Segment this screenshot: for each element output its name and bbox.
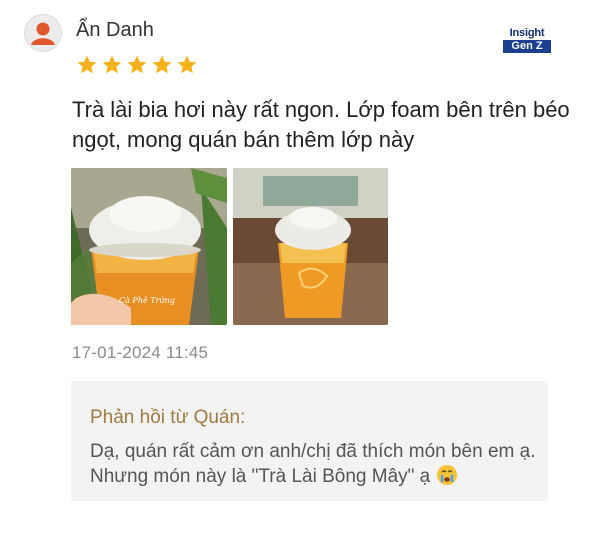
star-icon — [152, 55, 172, 74]
star-icon — [102, 55, 122, 74]
review-text: Trà lài bia hơi này rất ngon. Lớp foam b… — [72, 97, 570, 152]
review-timestamp: 17-01-2024 11:45 — [72, 343, 209, 362]
user-icon — [31, 22, 55, 45]
star-rating — [76, 54, 198, 76]
reply-message: Dạ, quán rất cảm ơn anh/chị đã thích món… — [90, 441, 536, 487]
star-icon — [77, 55, 97, 74]
star-icon — [177, 55, 197, 74]
reply-title: Phản hồi từ Quán: — [90, 407, 246, 428]
review-photo-2[interactable] — [233, 168, 388, 325]
cup-label: Cà Phê Trứng — [119, 296, 175, 305]
brand-logo-line2: Gen Z — [503, 40, 551, 53]
drink-photo-table — [233, 168, 388, 325]
avatar[interactable] — [24, 14, 62, 52]
review-photo-1[interactable]: Cà Phê Trứng — [71, 168, 227, 325]
drink-photo-hand: Cà Phê Trứng — [71, 168, 227, 325]
crying-face-icon — [436, 465, 457, 485]
reply-text: Dạ, quán rất cảm ơn anh/chị đã thích món… — [90, 439, 540, 489]
brand-logo: Insight Gen Z — [503, 28, 551, 53]
reviewer-name: Ẩn Danh — [76, 19, 154, 41]
brand-logo-line1: Insight — [509, 27, 545, 39]
star-icon — [127, 55, 147, 74]
shop-reply: Phản hồi từ Quán: Dạ, quán rất cảm ơn an… — [71, 381, 548, 501]
